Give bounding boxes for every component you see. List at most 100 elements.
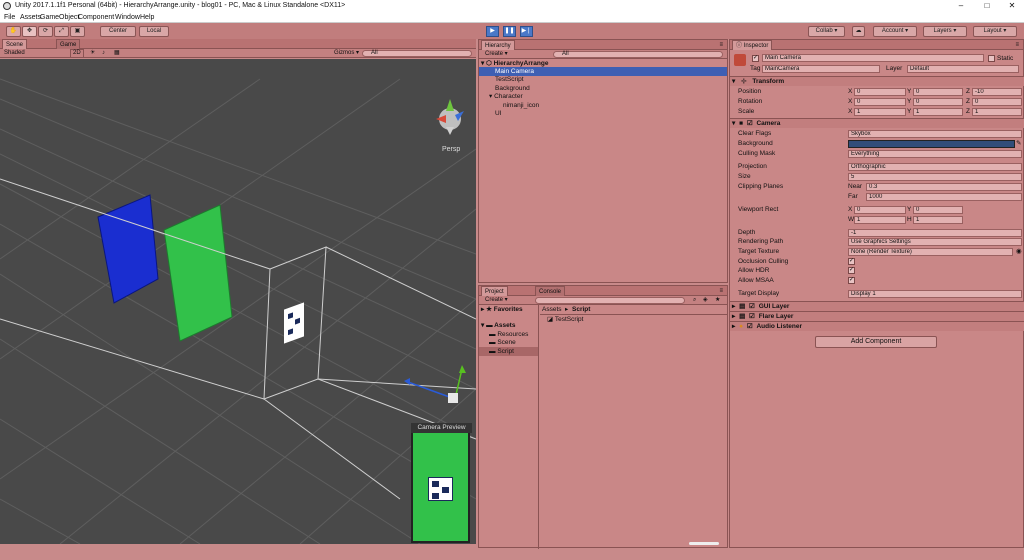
2d-toggle[interactable]: 2D — [70, 49, 84, 58]
folder-scene[interactable]: ▬ Scene — [489, 338, 516, 347]
target-texture-field[interactable]: None (Render Texture) — [848, 248, 1013, 256]
account-button[interactable]: Account ▾ — [873, 26, 917, 37]
collab-button[interactable]: Collab ▾ — [808, 26, 845, 37]
move-tool-icon[interactable]: ✥ — [22, 26, 37, 37]
depth-field[interactable]: -1 — [848, 229, 1022, 237]
viewport-x-field[interactable]: 0 — [854, 206, 906, 214]
pivot-center-button[interactable]: Center — [100, 26, 136, 37]
add-component-button[interactable]: Add Component — [815, 336, 937, 348]
favorites-item[interactable]: ▸ ★ Favorites — [481, 305, 523, 314]
menu-assets[interactable]: Assets — [20, 12, 41, 23]
tab-game[interactable]: Game — [56, 39, 81, 49]
character-icon[interactable] — [284, 302, 304, 344]
background-color-swatch[interactable] — [848, 140, 1015, 148]
scale-x-field[interactable]: 1 — [854, 108, 906, 116]
scale-y-field[interactable]: 1 — [913, 108, 963, 116]
filter-label-icon[interactable]: ◈ — [703, 296, 708, 305]
folder-script[interactable]: ▬ Script — [479, 347, 538, 356]
menu-file[interactable]: File — [4, 12, 15, 23]
filter-type-icon[interactable]: ⌕ — [693, 296, 696, 305]
rotation-x-field[interactable]: 0 — [854, 98, 906, 106]
step-button[interactable]: ▶❘ — [520, 26, 533, 37]
far-field[interactable]: 1000 — [866, 193, 1022, 201]
size-field[interactable]: 5 — [848, 173, 1022, 181]
flare-layer-header[interactable]: ▸ ▤ ☑ Flare Layer — [730, 311, 1024, 321]
hierarchy-create-button[interactable]: Create ▾ — [485, 50, 508, 59]
pause-button[interactable]: ❚❚ — [503, 26, 516, 37]
rect-tool-icon[interactable]: ▣ — [70, 26, 85, 37]
scale-z-field[interactable]: 1 — [972, 108, 1022, 116]
occlusion-culling-checkbox[interactable]: ✓ — [848, 258, 855, 265]
allow-msaa-checkbox[interactable]: ✓ — [848, 277, 855, 284]
viewport-y-field[interactable]: 0 — [913, 206, 963, 214]
breadcrumb-script[interactable]: Script — [572, 305, 590, 314]
audio-listener-checkbox[interactable]: ☑ — [747, 323, 753, 330]
rendering-path-dropdown[interactable]: Use Graphics Settings — [848, 238, 1022, 246]
breadcrumb-assets[interactable]: Assets — [542, 305, 562, 314]
static-label[interactable]: Static — [997, 54, 1013, 63]
gizmos-dropdown[interactable]: Gizmos ▾ — [334, 49, 359, 58]
eyedropper-icon[interactable]: ✎ — [1016, 139, 1021, 148]
gameobject-name-field[interactable]: Main Camera — [762, 54, 984, 62]
tab-inspector[interactable]: ⓘ Inspector — [732, 40, 773, 50]
rotation-y-field[interactable]: 0 — [913, 98, 963, 106]
transform-gizmo[interactable] — [404, 365, 466, 403]
scene-viewport[interactable]: Persp Camera Preview — [0, 59, 476, 544]
camera-enabled-checkbox[interactable]: ☑ — [747, 120, 753, 127]
effects-toggle-icon[interactable]: ▦ — [114, 49, 120, 58]
file-testscript[interactable]: ◪ TestScript — [547, 315, 583, 324]
project-create-button[interactable]: Create ▾ — [485, 296, 508, 305]
tab-project[interactable]: Project — [481, 286, 508, 296]
transform-header[interactable]: ▾ ⊹ Transform — [730, 76, 1024, 86]
allow-hdr-checkbox[interactable]: ✓ — [848, 267, 855, 274]
rotation-z-field[interactable]: 0 — [972, 98, 1022, 106]
culling-mask-dropdown[interactable]: Everything — [848, 150, 1022, 158]
menu-window[interactable]: Window — [115, 12, 140, 23]
scale-tool-icon[interactable]: ⤢ — [54, 26, 69, 37]
pivot-local-button[interactable]: Local — [139, 26, 169, 37]
camera-header[interactable]: ▾ ■ ☑ Camera — [730, 118, 1024, 128]
menu-gameobject[interactable]: GameObject — [40, 12, 79, 23]
close-button[interactable]: ✕ — [1000, 0, 1024, 12]
tab-console[interactable]: Console — [535, 286, 566, 296]
static-checkbox[interactable] — [988, 55, 995, 62]
cloud-icon[interactable]: ☁ — [852, 26, 865, 37]
panel-menu-icon[interactable]: ≡ — [719, 286, 723, 296]
icon-size-slider[interactable] — [689, 542, 719, 545]
menu-component[interactable]: Component — [78, 12, 114, 23]
hierarchy-item-testscript[interactable]: TestScript — [479, 75, 524, 84]
panel-menu-icon[interactable]: ≡ — [1015, 40, 1019, 50]
projection-dropdown[interactable]: Orthographic — [848, 163, 1022, 171]
play-button[interactable]: ▶ — [486, 26, 499, 37]
gui-layer-header[interactable]: ▸ ▤ ☑ GUI Layer — [730, 301, 1024, 311]
hierarchy-search-input[interactable]: All — [553, 51, 723, 58]
project-search-input[interactable] — [535, 297, 685, 304]
minimize-button[interactable]: – — [949, 0, 973, 12]
blue-quad[interactable] — [97, 194, 159, 304]
tag-dropdown[interactable]: MainCamera — [762, 65, 880, 73]
near-field[interactable]: 0.3 — [866, 183, 1022, 191]
hand-tool-icon[interactable]: ✋ — [6, 26, 21, 37]
hierarchy-item-ui[interactable]: UI — [479, 109, 502, 118]
tab-scene[interactable]: Scene — [2, 39, 28, 49]
viewport-w-field[interactable]: 1 — [854, 216, 906, 224]
audio-toggle-icon[interactable]: ♪ — [102, 49, 105, 58]
lighting-toggle-icon[interactable]: ☀ — [90, 49, 95, 58]
position-y-field[interactable]: 0 — [913, 88, 963, 96]
assets-folder[interactable]: ▾ ▬ Assets — [481, 321, 515, 330]
tab-hierarchy[interactable]: Hierarchy — [481, 40, 515, 50]
rotate-tool-icon[interactable]: ⟳ — [38, 26, 53, 37]
position-z-field[interactable]: -10 — [972, 88, 1022, 96]
viewport-h-field[interactable]: 1 — [913, 216, 963, 224]
green-quad[interactable] — [163, 204, 233, 342]
layers-button[interactable]: Layers ▾ — [923, 26, 967, 37]
orientation-gizmo[interactable] — [436, 99, 464, 135]
layout-button[interactable]: Layout ▾ — [973, 26, 1017, 37]
layer-dropdown[interactable]: Default — [907, 65, 1019, 73]
shading-mode-dropdown[interactable]: Shaded — [4, 49, 25, 58]
flare-layer-checkbox[interactable]: ☑ — [749, 313, 755, 320]
panel-menu-icon[interactable]: ≡ — [719, 40, 723, 50]
gameobject-active-checkbox[interactable]: ✓ — [752, 55, 759, 62]
menu-help[interactable]: Help — [140, 12, 154, 23]
maximize-button[interactable]: □ — [975, 0, 999, 12]
